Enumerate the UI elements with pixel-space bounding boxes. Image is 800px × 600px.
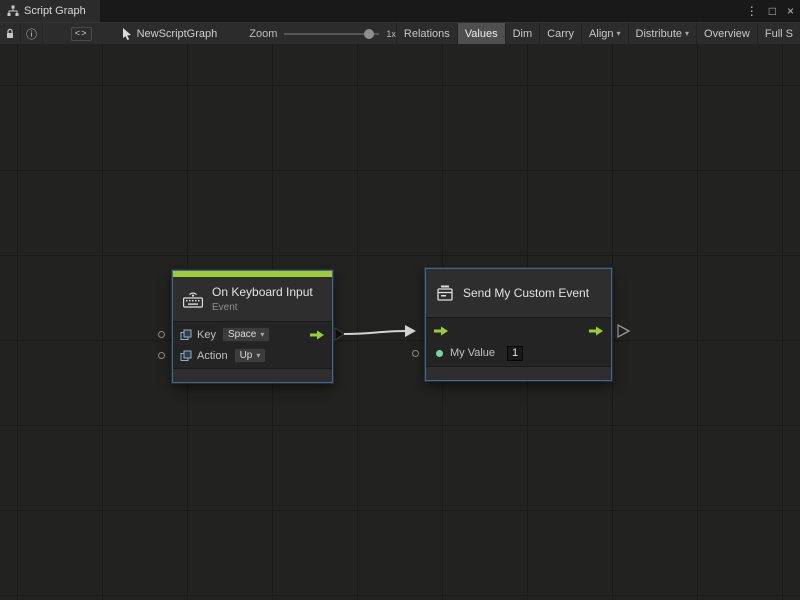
dim-button[interactable]: Dim bbox=[505, 23, 540, 44]
close-icon[interactable]: × bbox=[787, 5, 794, 17]
variable-icon bbox=[180, 329, 192, 341]
action-port-row: Action Up ▾ bbox=[173, 345, 332, 366]
control-input-arrow[interactable] bbox=[433, 326, 449, 336]
tab-bar: Script Graph ⋮ □ × bbox=[0, 0, 800, 22]
key-dropdown-value: Space bbox=[228, 329, 256, 340]
control-output-arrow[interactable] bbox=[588, 326, 604, 336]
script-graph-window: Script Graph ⋮ □ × ⓘ <> NewScriptGraph Z… bbox=[0, 0, 800, 600]
graph-asset-button[interactable]: NewScriptGraph bbox=[122, 28, 218, 40]
window-controls: ⋮ □ × bbox=[746, 0, 794, 22]
align-label: Align bbox=[589, 28, 613, 40]
script-graph-icon bbox=[7, 5, 19, 17]
node-title: Send My Custom Event bbox=[463, 286, 589, 300]
graph-name-label: NewScriptGraph bbox=[137, 28, 218, 40]
caret-down-icon: ▾ bbox=[685, 29, 689, 38]
node-body: Key Space ▾ Action bbox=[173, 321, 332, 369]
node-body: My Value bbox=[426, 317, 611, 367]
control-connection-wire[interactable] bbox=[344, 331, 405, 334]
wire-layer bbox=[0, 44, 800, 600]
values-button[interactable]: Values bbox=[457, 23, 505, 44]
distribute-label: Distribute bbox=[636, 28, 682, 40]
tab-label: Script Graph bbox=[24, 5, 86, 17]
node-footer bbox=[426, 367, 611, 380]
overview-button[interactable]: Overview bbox=[696, 23, 757, 44]
my-value-row: My Value bbox=[426, 342, 611, 364]
align-dropdown-button[interactable]: Align ▾ bbox=[581, 23, 627, 44]
key-port-label: Key bbox=[197, 329, 216, 341]
fullscreen-button[interactable]: Full S bbox=[757, 23, 800, 44]
control-flow-row bbox=[426, 320, 611, 342]
variable-icon bbox=[180, 350, 192, 362]
pointer-icon bbox=[122, 28, 132, 40]
menu-kebab-icon[interactable]: ⋮ bbox=[746, 5, 758, 17]
info-icon[interactable]: ⓘ bbox=[21, 23, 42, 44]
tab-script-graph[interactable]: Script Graph bbox=[0, 0, 100, 22]
my-value-label: My Value bbox=[450, 347, 495, 359]
source-port-arrow[interactable] bbox=[335, 328, 344, 340]
zoom-slider[interactable] bbox=[284, 28, 379, 40]
graph-toolbar: ⓘ <> NewScriptGraph Zoom 1x Relations Va… bbox=[0, 22, 800, 44]
distribute-dropdown-button[interactable]: Distribute ▾ bbox=[628, 23, 696, 44]
node-send-my-custom-event[interactable]: Send My Custom Event My Value bbox=[425, 268, 612, 381]
custom-event-icon bbox=[435, 284, 455, 303]
zoom-label: Zoom bbox=[249, 28, 277, 40]
lock-icon[interactable] bbox=[0, 23, 21, 44]
action-dropdown-value: Up bbox=[240, 350, 253, 361]
node-on-keyboard-input[interactable]: On Keyboard Input Event Key Space ▾ bbox=[172, 270, 333, 383]
maximize-icon[interactable]: □ bbox=[769, 5, 776, 17]
control-output-arrow[interactable] bbox=[309, 330, 325, 340]
key-port-row: Key Space ▾ bbox=[173, 324, 332, 345]
action-input-port[interactable] bbox=[158, 352, 165, 359]
zoom-slider-handle[interactable] bbox=[364, 29, 374, 39]
node-header: Send My Custom Event bbox=[426, 269, 611, 317]
connection-arrowhead bbox=[405, 325, 416, 337]
graph-canvas[interactable]: On Keyboard Input Event Key Space ▾ bbox=[0, 44, 800, 600]
caret-down-icon: ▾ bbox=[260, 330, 264, 339]
node-subtitle: Event bbox=[212, 302, 313, 313]
action-dropdown[interactable]: Up ▾ bbox=[234, 348, 267, 363]
zoom-control: Zoom 1x bbox=[249, 28, 396, 40]
caret-down-icon: ▾ bbox=[256, 351, 260, 360]
keyboard-icon bbox=[182, 291, 204, 308]
relations-button[interactable]: Relations bbox=[396, 23, 457, 44]
key-input-port[interactable] bbox=[158, 331, 165, 338]
my-value-input[interactable] bbox=[507, 346, 523, 361]
zoom-value: 1x bbox=[386, 29, 396, 39]
carry-button[interactable]: Carry bbox=[539, 23, 581, 44]
node-header: On Keyboard Input Event bbox=[173, 277, 332, 321]
node-titles: On Keyboard Input Event bbox=[212, 285, 313, 313]
my-value-input-port[interactable] bbox=[412, 350, 419, 357]
node-title: On Keyboard Input bbox=[212, 285, 313, 299]
key-dropdown[interactable]: Space ▾ bbox=[222, 327, 270, 342]
output-port-triangle[interactable] bbox=[618, 325, 629, 337]
action-port-label: Action bbox=[197, 350, 228, 362]
node-footer bbox=[173, 369, 332, 382]
caret-down-icon: ▾ bbox=[617, 29, 621, 38]
value-port-dot-icon[interactable] bbox=[436, 350, 443, 357]
code-icon[interactable]: <> bbox=[71, 27, 92, 41]
lock-glyph bbox=[5, 28, 15, 39]
